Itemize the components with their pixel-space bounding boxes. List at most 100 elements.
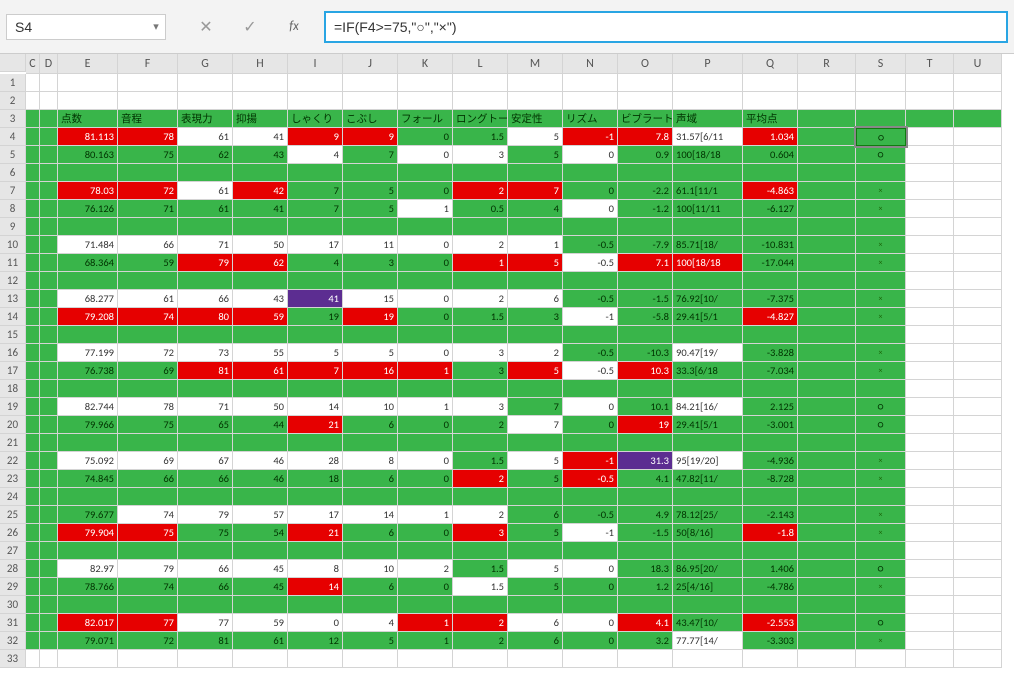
cell[interactable]: [40, 434, 58, 452]
cell-r16-c9[interactable]: -0.5: [563, 344, 618, 362]
cell[interactable]: [343, 92, 398, 110]
cell-r14-c3[interactable]: 59: [233, 308, 288, 326]
cell[interactable]: [233, 488, 288, 506]
cell-r26-c0[interactable]: 79.904: [58, 524, 118, 542]
name-box-dropdown[interactable]: ▾: [147, 20, 165, 33]
cell[interactable]: [906, 416, 954, 434]
cell[interactable]: [954, 632, 1002, 650]
cell-r29-c1[interactable]: 74: [118, 578, 178, 596]
row-header-27[interactable]: 27: [0, 542, 26, 560]
cell-r17-c1[interactable]: 69: [118, 362, 178, 380]
cell-r22-c9[interactable]: -1: [563, 452, 618, 470]
cell[interactable]: [798, 524, 856, 542]
cell[interactable]: [743, 92, 798, 110]
cell-S26[interactable]: ×: [856, 524, 906, 542]
cell-r25-c8[interactable]: 6: [508, 506, 563, 524]
select-all-corner[interactable]: [0, 54, 26, 72]
cell-r20-c8[interactable]: 7: [508, 416, 563, 434]
cell-r14-c11[interactable]: 29.41[5/1: [673, 308, 743, 326]
cell-r10-c5[interactable]: 11: [343, 236, 398, 254]
cell-r19-c2[interactable]: 71: [178, 398, 233, 416]
cell-r29-c3[interactable]: 45: [233, 578, 288, 596]
cell[interactable]: [343, 272, 398, 290]
cell-r20-c12[interactable]: -3.001: [743, 416, 798, 434]
cell-r14-c7[interactable]: 1.5: [453, 308, 508, 326]
cell[interactable]: [906, 218, 954, 236]
cell-r14-c5[interactable]: 19: [343, 308, 398, 326]
cell[interactable]: [453, 74, 508, 92]
cell-r8-c8[interactable]: 4: [508, 200, 563, 218]
cell[interactable]: [563, 650, 618, 668]
cell-r32-c8[interactable]: 6: [508, 632, 563, 650]
cell[interactable]: [398, 650, 453, 668]
cell-r23-c8[interactable]: 5: [508, 470, 563, 488]
cell-r17-c6[interactable]: 1: [398, 362, 453, 380]
cell-r19-c11[interactable]: 84.21[16/: [673, 398, 743, 416]
cell-r5-c1[interactable]: 75: [118, 146, 178, 164]
cell[interactable]: [563, 164, 618, 182]
cell-r4-c3[interactable]: 41: [233, 128, 288, 146]
cell-S14[interactable]: ×: [856, 308, 906, 326]
cell[interactable]: [343, 542, 398, 560]
cell[interactable]: [798, 128, 856, 146]
cell-r28-c0[interactable]: 82.97: [58, 560, 118, 578]
cell-S29[interactable]: ×: [856, 578, 906, 596]
cell-r7-c10[interactable]: -2.2: [618, 182, 673, 200]
cell-r5-c12[interactable]: 0.604: [743, 146, 798, 164]
cell[interactable]: [26, 110, 40, 128]
cell[interactable]: [508, 92, 563, 110]
cell[interactable]: [453, 164, 508, 182]
cell[interactable]: [26, 578, 40, 596]
cell[interactable]: [26, 488, 40, 506]
cell-r16-c7[interactable]: 3: [453, 344, 508, 362]
cell-r11-c1[interactable]: 59: [118, 254, 178, 272]
cell-r32-c11[interactable]: 77.77[14/: [673, 632, 743, 650]
cell[interactable]: [906, 524, 954, 542]
cell-r4-c6[interactable]: 0: [398, 128, 453, 146]
cell[interactable]: [856, 110, 906, 128]
cell-r17-c10[interactable]: 10.3: [618, 362, 673, 380]
cell[interactable]: [906, 650, 954, 668]
cell[interactable]: [563, 326, 618, 344]
col-header-J[interactable]: J: [343, 54, 398, 74]
hdr-11[interactable]: 声域: [673, 110, 743, 128]
cell[interactable]: [233, 596, 288, 614]
cell[interactable]: [40, 596, 58, 614]
cell[interactable]: [743, 434, 798, 452]
cell-r29-c10[interactable]: 1.2: [618, 578, 673, 596]
cell[interactable]: [233, 542, 288, 560]
cell-S20[interactable]: ○: [856, 416, 906, 434]
col-header-L[interactable]: L: [453, 54, 508, 74]
cell[interactable]: [26, 452, 40, 470]
cell-r10-c3[interactable]: 50: [233, 236, 288, 254]
cell-r4-c11[interactable]: 31.57[6/11: [673, 128, 743, 146]
cell-r28-c11[interactable]: 86.95[20/: [673, 560, 743, 578]
cell[interactable]: [673, 434, 743, 452]
cell-r5-c2[interactable]: 62: [178, 146, 233, 164]
cell[interactable]: [743, 542, 798, 560]
cell-r28-c1[interactable]: 79: [118, 560, 178, 578]
cell-r13-c1[interactable]: 61: [118, 290, 178, 308]
cell-r11-c8[interactable]: 5: [508, 254, 563, 272]
cell[interactable]: [178, 596, 233, 614]
cell[interactable]: [856, 218, 906, 236]
cell-r8-c11[interactable]: 100[11/11: [673, 200, 743, 218]
cell[interactable]: [343, 488, 398, 506]
hdr-0[interactable]: 点数: [58, 110, 118, 128]
cell[interactable]: [618, 164, 673, 182]
cell[interactable]: [856, 380, 906, 398]
cell-r20-c5[interactable]: 6: [343, 416, 398, 434]
col-header-E[interactable]: E: [58, 54, 118, 74]
cell-r26-c5[interactable]: 6: [343, 524, 398, 542]
cell-r31-c0[interactable]: 82.017: [58, 614, 118, 632]
cell-r7-c1[interactable]: 72: [118, 182, 178, 200]
cell[interactable]: [618, 218, 673, 236]
cell-r31-c8[interactable]: 6: [508, 614, 563, 632]
cell[interactable]: [954, 416, 1002, 434]
hdr-12[interactable]: 平均点: [743, 110, 798, 128]
cell-r4-c5[interactable]: 9: [343, 128, 398, 146]
cell-r19-c10[interactable]: 10.1: [618, 398, 673, 416]
cell-r7-c0[interactable]: 78.03: [58, 182, 118, 200]
cell[interactable]: [26, 272, 40, 290]
cell[interactable]: [118, 92, 178, 110]
